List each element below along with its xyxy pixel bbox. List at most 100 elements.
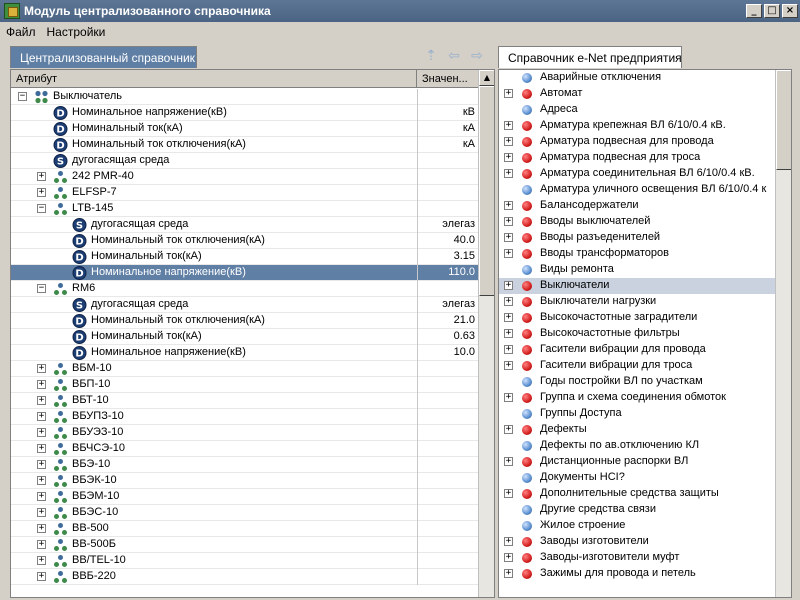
tree-row[interactable]: D Номинальный ток отключения(кА) 21.0 (11, 313, 479, 329)
reference-row[interactable]: + Зажимы для провода и петель (499, 566, 775, 582)
reference-row[interactable]: Арматура уличного освещения ВЛ 6/10/0.4 … (499, 182, 775, 198)
close-button[interactable]: × (782, 4, 798, 18)
tree-row[interactable]: + ВВБ-220 (11, 569, 479, 585)
tree-row[interactable]: Sдугогасящая среда элегаз (11, 297, 479, 313)
column-header-attribute[interactable]: Атрибут (11, 70, 417, 88)
right-scrollbar[interactable] (775, 70, 791, 597)
reference-row[interactable]: + Заводы изготовители (499, 534, 775, 550)
tree-row[interactable]: + ВБМ-10 (11, 361, 479, 377)
expand-icon[interactable]: + (504, 217, 513, 226)
minimize-button[interactable]: _ (746, 4, 762, 18)
tab-enet-reference[interactable]: Справочник e-Net предприятия (498, 46, 682, 68)
reference-row[interactable]: + Автомат (499, 86, 775, 102)
tree-row[interactable]: + ВВ/TEL-10 (11, 553, 479, 569)
reference-row[interactable]: + Арматура крепежная ВЛ 6/10/0.4 кВ. (499, 118, 775, 134)
expand-icon[interactable]: + (504, 345, 513, 354)
tree-row[interactable]: D Номинальный ток(кА) 0.63 (11, 329, 479, 345)
expand-icon[interactable]: + (504, 425, 513, 434)
reference-row[interactable]: + Арматура соединительная ВЛ 6/10/0.4 кВ. (499, 166, 775, 182)
expand-icon[interactable]: + (504, 281, 513, 290)
expand-icon[interactable]: + (504, 297, 513, 306)
expand-icon[interactable]: + (504, 137, 513, 146)
reference-row[interactable]: Другие средства связи (499, 502, 775, 518)
scroll-up-icon[interactable]: ▲ (479, 70, 494, 86)
expand-icon[interactable]: + (37, 556, 46, 565)
reference-row[interactable]: + Заводы-изготовители муфт (499, 550, 775, 566)
maximize-button[interactable]: □ (764, 4, 780, 18)
tree-row[interactable]: Sдугогасящая среда (11, 153, 479, 169)
scroll-thumb[interactable] (776, 70, 791, 170)
forward-arrow-icon[interactable]: ⇨ (469, 48, 485, 64)
expand-icon[interactable]: + (504, 393, 513, 402)
expand-icon[interactable]: + (37, 364, 46, 373)
expand-icon[interactable]: + (504, 313, 513, 322)
expand-icon[interactable]: + (37, 444, 46, 453)
reference-row[interactable]: Жилое строение (499, 518, 775, 534)
expand-icon[interactable]: + (504, 329, 513, 338)
expand-icon[interactable]: + (504, 537, 513, 546)
reference-row[interactable]: + Дефекты (499, 422, 775, 438)
tree-row[interactable]: D Номинальный ток(кА) кА (11, 121, 479, 137)
reference-row[interactable]: + Балансодержатели (499, 198, 775, 214)
reference-row[interactable]: + Дополнительные средства защиты (499, 486, 775, 502)
tree-row[interactable]: + ВБТ-10 (11, 393, 479, 409)
expand-icon[interactable]: + (37, 380, 46, 389)
tree-row[interactable]: D Номинальный ток(кА) 3.15 (11, 249, 479, 265)
expand-icon[interactable]: + (504, 249, 513, 258)
expand-icon[interactable]: + (504, 201, 513, 210)
expand-icon[interactable]: + (37, 396, 46, 405)
expand-icon[interactable]: + (504, 569, 513, 578)
reference-row[interactable]: + Группа и схема соединения обмоток (499, 390, 775, 406)
expand-icon[interactable]: + (37, 524, 46, 533)
back-arrow-icon[interactable]: ⇦ (446, 48, 462, 64)
tree-row[interactable]: + ВБЭМ-10 (11, 489, 479, 505)
tree-row[interactable]: + ELFSP-7 (11, 185, 479, 201)
reference-row[interactable]: + Арматура подвесная для провода (499, 134, 775, 150)
expand-icon[interactable]: + (37, 476, 46, 485)
tree-row[interactable]: +242 PMR-40 (11, 169, 479, 185)
tree-row[interactable]: − RM6 (11, 281, 479, 297)
expand-icon[interactable]: + (504, 233, 513, 242)
expand-icon[interactable]: + (37, 428, 46, 437)
reference-row[interactable]: + Выключатели нагрузки (499, 294, 775, 310)
collapse-icon[interactable]: − (37, 204, 46, 213)
reference-row[interactable]: + Вводы разъеденителей (499, 230, 775, 246)
expand-icon[interactable]: + (504, 489, 513, 498)
scroll-thumb[interactable] (479, 86, 494, 296)
tree-row[interactable]: + ВБЭК-10 (11, 473, 479, 489)
left-scrollbar[interactable]: ▲ (478, 70, 494, 597)
reference-row[interactable]: Дефекты по ав.отключению КЛ (499, 438, 775, 454)
expand-icon[interactable]: + (37, 572, 46, 581)
reference-row[interactable]: Документы НСI? (499, 470, 775, 486)
reference-row[interactable]: + Арматура подвесная для троса (499, 150, 775, 166)
tree-row[interactable]: D Номинальный ток отключения(кА) кА (11, 137, 479, 153)
collapse-icon[interactable]: − (18, 92, 27, 101)
tree-row[interactable]: D Номинальный ток отключения(кА) 40.0 (11, 233, 479, 249)
reference-row[interactable]: + Вводы выключателей (499, 214, 775, 230)
expand-icon[interactable]: + (504, 361, 513, 370)
reference-row[interactable]: Аварийные отключения (499, 70, 775, 86)
expand-icon[interactable]: + (37, 540, 46, 549)
expand-icon[interactable]: + (37, 492, 46, 501)
expand-icon[interactable]: + (37, 508, 46, 517)
tree-row[interactable]: D Номинальное напряжение(кВ) 110.0 (11, 265, 479, 281)
tree-up-icon[interactable]: ⇡ (423, 48, 439, 64)
tree-row[interactable]: + ВВ-500Б (11, 537, 479, 553)
tree-row[interactable]: + ВБЭ-10 (11, 457, 479, 473)
reference-row[interactable]: + Высокочастотные заградители (499, 310, 775, 326)
tree-row[interactable]: + ВБП-10 (11, 377, 479, 393)
collapse-icon[interactable]: − (37, 284, 46, 293)
attribute-tree[interactable]: Атрибут Значен... − Выключатель D Номинальн… (10, 69, 495, 598)
expand-icon[interactable]: + (504, 457, 513, 466)
tree-row[interactable]: + ВБУПЗ-10 (11, 409, 479, 425)
enet-tree[interactable]: Аварийные отключения + Автомат Адреса + Армат… (498, 69, 792, 598)
expand-icon[interactable]: + (37, 460, 46, 469)
tree-row[interactable]: + ВБЧСЭ-10 (11, 441, 479, 457)
tree-row[interactable]: Sдугогасящая среда элегаз (11, 217, 479, 233)
tab-central-reference[interactable]: Централизованный справочник (10, 46, 197, 68)
tree-row[interactable]: D Номинальное напряжение(кВ) кВ (11, 105, 479, 121)
reference-row[interactable]: Группы Доступа (499, 406, 775, 422)
tree-row[interactable]: D Номинальное напряжение(кВ) 10.0 (11, 345, 479, 361)
reference-row[interactable]: Виды ремонта (499, 262, 775, 278)
menu-file[interactable]: Файл (0, 25, 41, 39)
